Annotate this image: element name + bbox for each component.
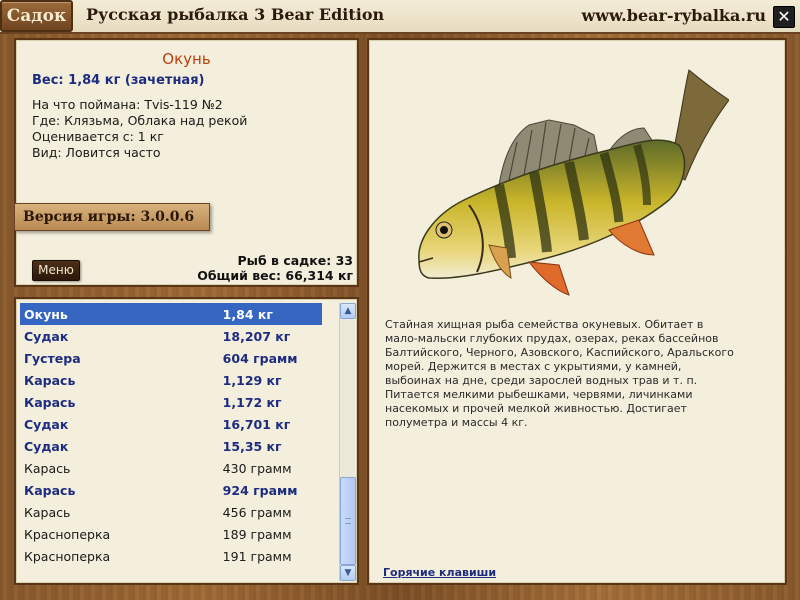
- fish-list: Окунь 1,84 кг Судак 18,207 кг Густера 604 г…: [20, 303, 322, 567]
- fish-row-name: Судак: [24, 438, 69, 454]
- fish-row-weight: 1,172 кг: [222, 394, 282, 410]
- caught-with-row: На что поймана: Tvis-119 №2: [32, 97, 247, 113]
- fish-row-name: Густера: [24, 350, 81, 366]
- game-version: Версия игры: 3.0.0.6: [14, 203, 210, 231]
- fish-row-weight: 456 грамм: [222, 504, 292, 520]
- fish-row-name: Судак: [24, 416, 69, 432]
- valued-from-value: 1 кг: [137, 129, 164, 144]
- list-item[interactable]: Карась 1,129 кг: [20, 369, 322, 391]
- fish-list-panel: Окунь 1,84 кг Судак 18,207 кг Густера 604 г…: [14, 297, 359, 585]
- scroll-down-button[interactable]: ▼: [340, 565, 356, 581]
- total-weight-row: Общий вес: 66,314 кг: [197, 268, 353, 283]
- menu-button[interactable]: Меню: [32, 260, 80, 281]
- list-item[interactable]: Густера 604 грамм: [20, 347, 322, 369]
- fish-row-weight: 430 грамм: [222, 460, 292, 476]
- list-scrollbar[interactable]: ▲ ▼: [339, 303, 356, 581]
- tab-sadok[interactable]: Садок: [0, 0, 73, 32]
- list-item[interactable]: Карась 924 грамм: [20, 479, 322, 501]
- list-item[interactable]: Карась 430 грамм: [20, 457, 322, 479]
- fish-row-name: Карась: [24, 372, 76, 388]
- list-item[interactable]: Судак 18,207 кг: [20, 325, 322, 347]
- kind-value: Ловится часто: [65, 145, 161, 160]
- kind-label: Вид:: [32, 145, 62, 160]
- where-value: Клязьма, Облака над рекой: [64, 113, 248, 128]
- fish-row-weight: 924 грамм: [222, 482, 298, 498]
- fish-row-weight: 1,84 кг: [222, 306, 273, 322]
- perch-fish-image: [418, 69, 729, 296]
- fish-row-name: Судак: [24, 328, 69, 344]
- fish-row-name: Красноперка: [24, 526, 111, 542]
- total-weight-value: 66,314 кг: [285, 268, 353, 283]
- keepnet-totals: Рыб в садке: 33 Общий вес: 66,314 кг: [197, 253, 353, 283]
- list-item[interactable]: Окунь 1,84 кг: [20, 303, 322, 325]
- fish-count-row: Рыб в садке: 33: [197, 253, 353, 268]
- fish-row-name: Окунь: [24, 306, 68, 322]
- list-item[interactable]: Красноперка 189 грамм: [20, 523, 322, 545]
- fish-row-weight: 15,35 кг: [222, 438, 282, 454]
- fish-row-name: Карась: [24, 394, 76, 410]
- selected-fish-name: Окунь: [162, 50, 211, 68]
- fish-count-label: Рыб в садке:: [237, 253, 332, 268]
- fish-row-weight: 189 грамм: [222, 526, 292, 542]
- valued-from-label: Оценивается с:: [32, 129, 134, 144]
- caught-with-value: Tvis-119 №2: [144, 97, 223, 112]
- fish-row-weight: 18,207 кг: [222, 328, 291, 344]
- fish-row-weight: 16,701 кг: [222, 416, 291, 432]
- list-item[interactable]: Карась 456 грамм: [20, 501, 322, 523]
- fish-details: На что поймана: Tvis-119 №2 Где: Клязьма…: [32, 97, 247, 161]
- list-item[interactable]: Красноперка 191 грамм: [20, 545, 322, 567]
- fish-row-weight: 1,129 кг: [222, 372, 282, 388]
- fish-detail-panel: Стайная хищная рыба семейства окуневых. …: [367, 38, 787, 585]
- fish-row-name: Карась: [24, 460, 71, 476]
- caught-with-label: На что поймана:: [32, 97, 141, 112]
- where-label: Где:: [32, 113, 61, 128]
- fish-count-value: 33: [335, 253, 353, 268]
- list-item[interactable]: Судак 16,701 кг: [20, 413, 322, 435]
- grip-icon: [345, 518, 351, 524]
- list-item[interactable]: Карась 1,172 кг: [20, 391, 322, 413]
- kind-row: Вид: Ловится часто: [32, 145, 247, 161]
- list-item[interactable]: Судак 15,35 кг: [20, 435, 322, 457]
- selected-fish-weight: Вес: 1,84 кг (зачетная): [32, 73, 205, 88]
- scroll-up-button[interactable]: ▲: [340, 303, 356, 319]
- where-row: Где: Клязьма, Облака над рекой: [32, 113, 247, 129]
- site-url: www.bear-rybalka.ru: [581, 6, 766, 25]
- fish-row-name: Карась: [24, 504, 71, 520]
- valued-from-row: Оценивается с: 1 кг: [32, 129, 247, 145]
- fish-description: Стайная хищная рыба семейства окуневых. …: [385, 318, 734, 429]
- fish-row-weight: 604 грамм: [222, 350, 298, 366]
- fish-info-panel: Окунь Вес: 1,84 кг (зачетная) На что пой…: [14, 38, 359, 287]
- total-weight-label: Общий вес:: [197, 268, 282, 283]
- fish-row-weight: 191 грамм: [222, 548, 292, 564]
- scroll-thumb[interactable]: [340, 477, 356, 565]
- fish-row-name: Карась: [24, 482, 76, 498]
- fish-row-name: Красноперка: [24, 548, 111, 564]
- hotkeys-link[interactable]: Горячие клавиши: [383, 566, 496, 579]
- title-bar: Садок Русская рыбалка 3 Bear Edition www…: [0, 0, 800, 34]
- app-title: Русская рыбалка 3 Bear Edition: [86, 5, 385, 24]
- close-button[interactable]: ✕: [773, 6, 795, 28]
